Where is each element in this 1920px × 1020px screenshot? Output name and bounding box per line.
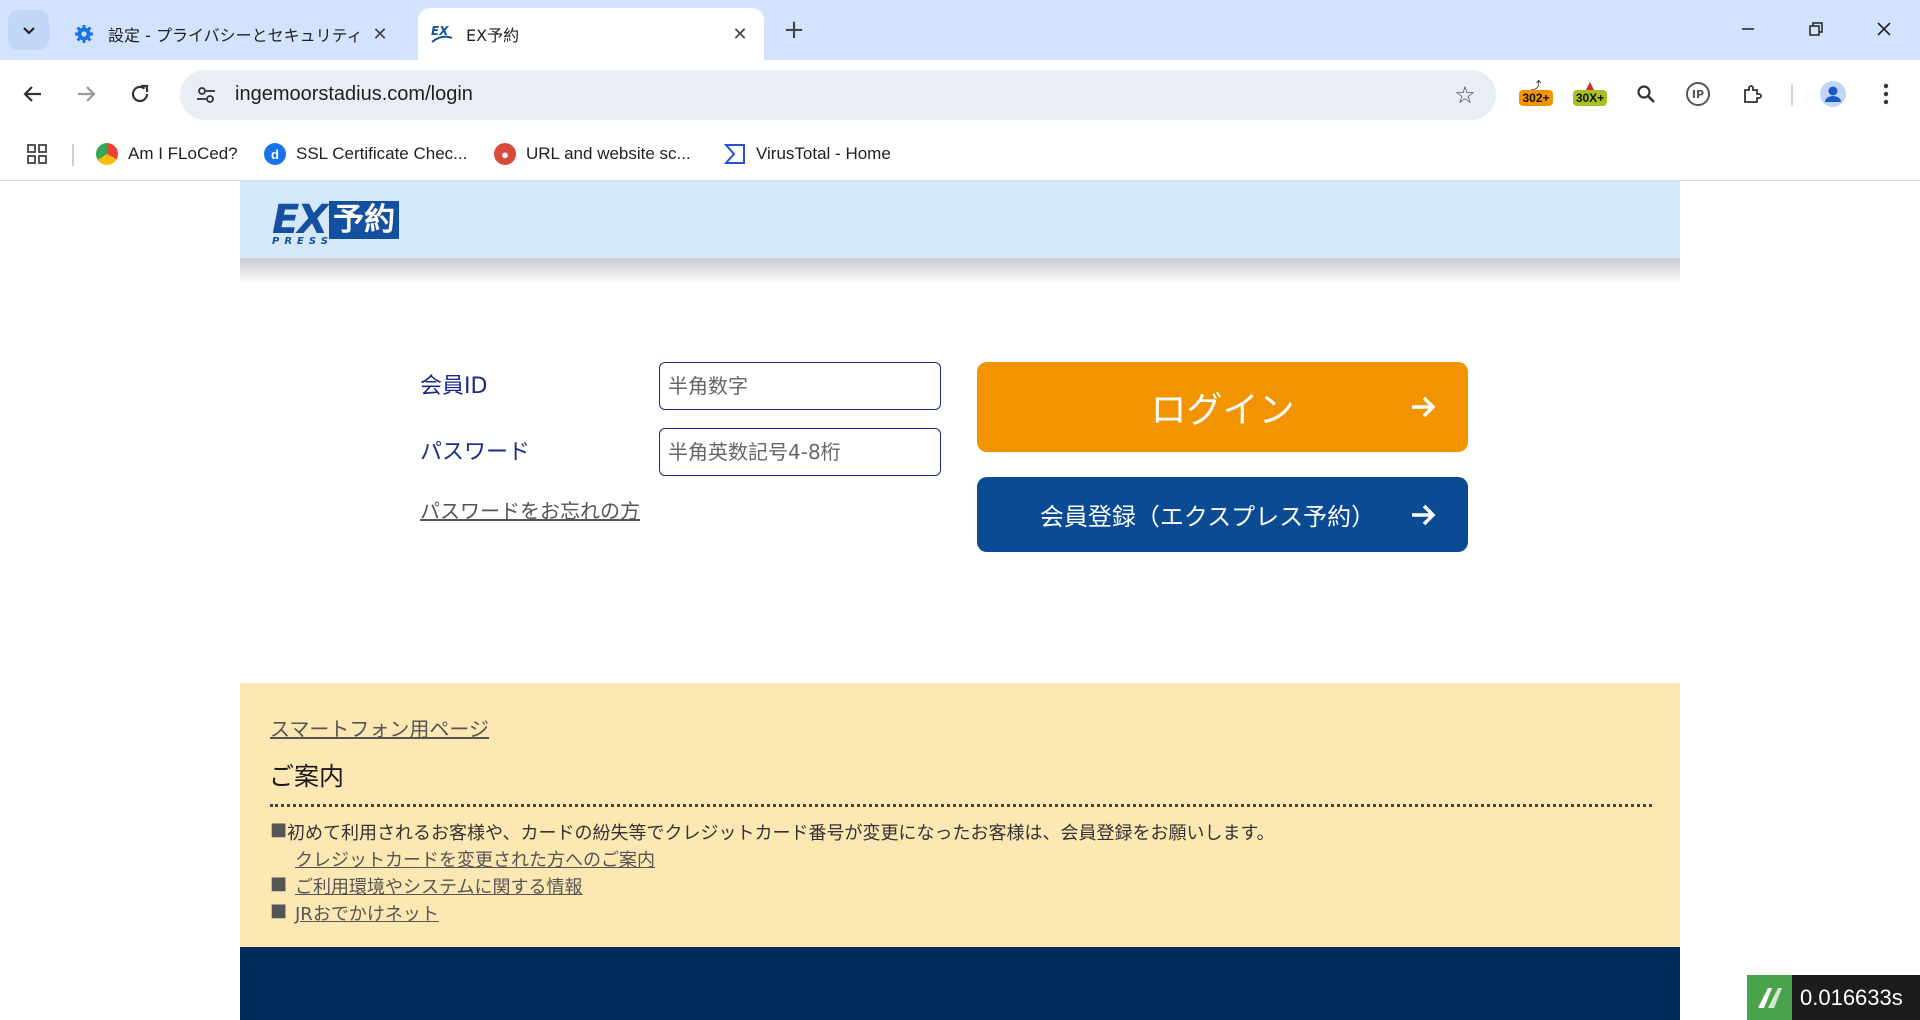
notice-text: 初めて利用されるお客様や、カードの紛失等でクレジットカード番号が変更になったお客… [287, 823, 1275, 844]
dotted-divider [270, 804, 1652, 807]
address-bar[interactable]: ingemoorstadius.com/login ☆ [180, 70, 1496, 120]
tab-settings[interactable]: 設定 - プライバシーとセキュリティ ✕ [60, 8, 404, 60]
register-button[interactable]: 会員登録（エクスプレス予約） [977, 477, 1468, 552]
apps-grid-icon [27, 144, 47, 164]
close-icon[interactable]: ✕ [728, 22, 752, 46]
arrow-right-icon [1412, 396, 1436, 418]
status-badge: 30X+ [1572, 90, 1608, 106]
virustotal-icon [724, 143, 746, 165]
footer-band [240, 947, 1680, 1020]
password-label: パスワード [420, 440, 531, 465]
close-icon[interactable]: ✕ [368, 22, 392, 46]
arrow-left-icon [23, 86, 41, 102]
warning-icon: ▲ [1585, 79, 1595, 92]
urlscan-icon: ● [494, 143, 516, 165]
bookmark-urlscan[interactable]: ● URL and website sc... [494, 138, 691, 170]
tab-ex-yoyaku[interactable]: EX EX予約 ✕ [418, 8, 764, 60]
environment-info-link[interactable]: ご利用環境やシステムに関する情報 [295, 873, 582, 899]
more-vert-icon [1883, 83, 1889, 105]
puzzle-icon [1744, 85, 1762, 103]
bookmark-label: URL and website sc... [526, 144, 691, 163]
bookmark-virustotal[interactable]: VirusTotal - Home [724, 138, 891, 170]
search-extension[interactable] [1626, 74, 1666, 114]
tab-title: EX予約 [466, 26, 520, 45]
bookmark-separator [72, 144, 74, 166]
redirect-icon: ⤴ [1530, 79, 1542, 92]
bookmark-ssl-checker[interactable]: d SSL Certificate Chec... [264, 138, 467, 170]
bullet: ■ [270, 819, 288, 840]
member-id-label: 会員ID [420, 374, 488, 399]
reload-button[interactable] [120, 74, 160, 114]
restore-icon [1809, 22, 1823, 36]
http-status-extension[interactable]: ▲ 30X+ [1566, 74, 1614, 114]
close-window-button[interactable] [1850, 0, 1918, 58]
bookmark-label: Am I FLoCed? [128, 144, 238, 163]
ip-icon: IP [1686, 82, 1710, 106]
toolbar-separator [1791, 84, 1793, 106]
redirect-badge: 302+ [1519, 90, 1553, 106]
bookmark-label: SSL Certificate Chec... [296, 144, 468, 163]
gear-icon [72, 22, 96, 46]
search-icon [1637, 85, 1655, 103]
bookmark-am-i-floced[interactable]: Am I FLoCed? [96, 138, 238, 170]
bookmark-star-icon[interactable]: ☆ [1452, 81, 1478, 109]
ip-extension[interactable]: IP [1678, 74, 1718, 114]
minimize-button[interactable] [1714, 0, 1782, 58]
site-header: EX 予約 PRESS [240, 181, 1680, 258]
profile-button[interactable] [1813, 74, 1853, 114]
notice-row: ■ 初めて利用されるお客様や、カードの紛失等でクレジットカード番号が変更になった… [270, 819, 1275, 845]
smartphone-page-link[interactable]: スマートフォン用ページ [270, 713, 489, 742]
info-section: スマートフォン用ページ ご案内 ■ 初めて利用されるお客様や、カードの紛失等でク… [240, 683, 1680, 947]
environment-row: ■ ご利用環境やシステムに関する情報 [270, 873, 582, 899]
ex-yoyaku-logo[interactable]: EX 予約 PRESS [272, 197, 400, 247]
password-input[interactable] [659, 428, 941, 476]
logo-press: PRESS [272, 236, 333, 247]
jr-odekake-link[interactable]: JRおでかけネット [295, 900, 439, 926]
reload-icon [131, 84, 149, 103]
logo-ex: EX [272, 197, 328, 243]
credit-card-link[interactable]: クレジットカードを変更された方へのご案内 [295, 846, 655, 872]
register-button-label: 会員登録（エクスプレス予約） [1039, 503, 1376, 531]
chevron-down-icon [22, 27, 35, 35]
page-content: EX 予約 PRESS 会員ID パスワード パスワードをお忘れの方 ログイン … [0, 181, 1920, 1020]
redirect-checker-extension[interactable]: ⤴ 302+ [1512, 74, 1560, 114]
ex-favicon-icon: EX [430, 22, 454, 46]
avatar-icon [1820, 81, 1846, 107]
arrow-right-icon [78, 86, 96, 102]
restore-button[interactable] [1782, 0, 1850, 58]
timer-logo-icon [1747, 975, 1792, 1020]
bookmarks-bar: Am I FLoCed? d SSL Certificate Chec... ●… [0, 128, 1920, 180]
minimize-icon [1742, 28, 1754, 30]
credit-card-row: クレジットカードを変更された方へのご案内 [295, 846, 655, 872]
site-info-icon[interactable] [194, 83, 218, 107]
forgot-password-link[interactable]: パスワードをお忘れの方 [420, 495, 640, 524]
back-button[interactable] [13, 74, 53, 114]
bookmark-label: VirusTotal - Home [756, 144, 891, 163]
chrome-icon [96, 143, 118, 165]
tab-strip: 設定 - プライバシーとセキュリティ ✕ EX EX予約 ✕ + [0, 0, 1920, 60]
render-timer-overlay: 0.016633s [1747, 975, 1920, 1020]
arrow-right-icon [1412, 504, 1436, 525]
logo-yoyaku: 予約 [329, 200, 400, 240]
login-button[interactable]: ログイン [977, 362, 1468, 452]
browser-toolbar: ingemoorstadius.com/login ☆ ⤴ 302+ ▲ 30X… [0, 60, 1920, 188]
member-id-input[interactable] [659, 362, 941, 410]
jr-row: ■ JRおでかけネット [270, 900, 439, 926]
url-text[interactable]: ingemoorstadius.com/login [235, 83, 473, 106]
digicert-icon: d [264, 143, 286, 165]
timer-text: 0.016633s [1800, 984, 1903, 1010]
forward-button[interactable] [66, 74, 106, 114]
new-tab-button[interactable]: + [778, 14, 810, 46]
menu-button[interactable] [1866, 74, 1906, 114]
bullet: ■ [270, 873, 288, 894]
bullet: ■ [270, 900, 288, 921]
login-button-label: ログイン [1150, 390, 1295, 431]
tab-title: 設定 - プライバシーとセキュリティ [108, 26, 363, 45]
apps-button[interactable] [26, 138, 48, 170]
close-icon [1877, 22, 1891, 36]
header-shadow [240, 258, 1680, 284]
tab-search-button[interactable] [8, 10, 49, 50]
info-title: ご案内 [269, 762, 345, 791]
extensions-button[interactable] [1732, 74, 1772, 114]
